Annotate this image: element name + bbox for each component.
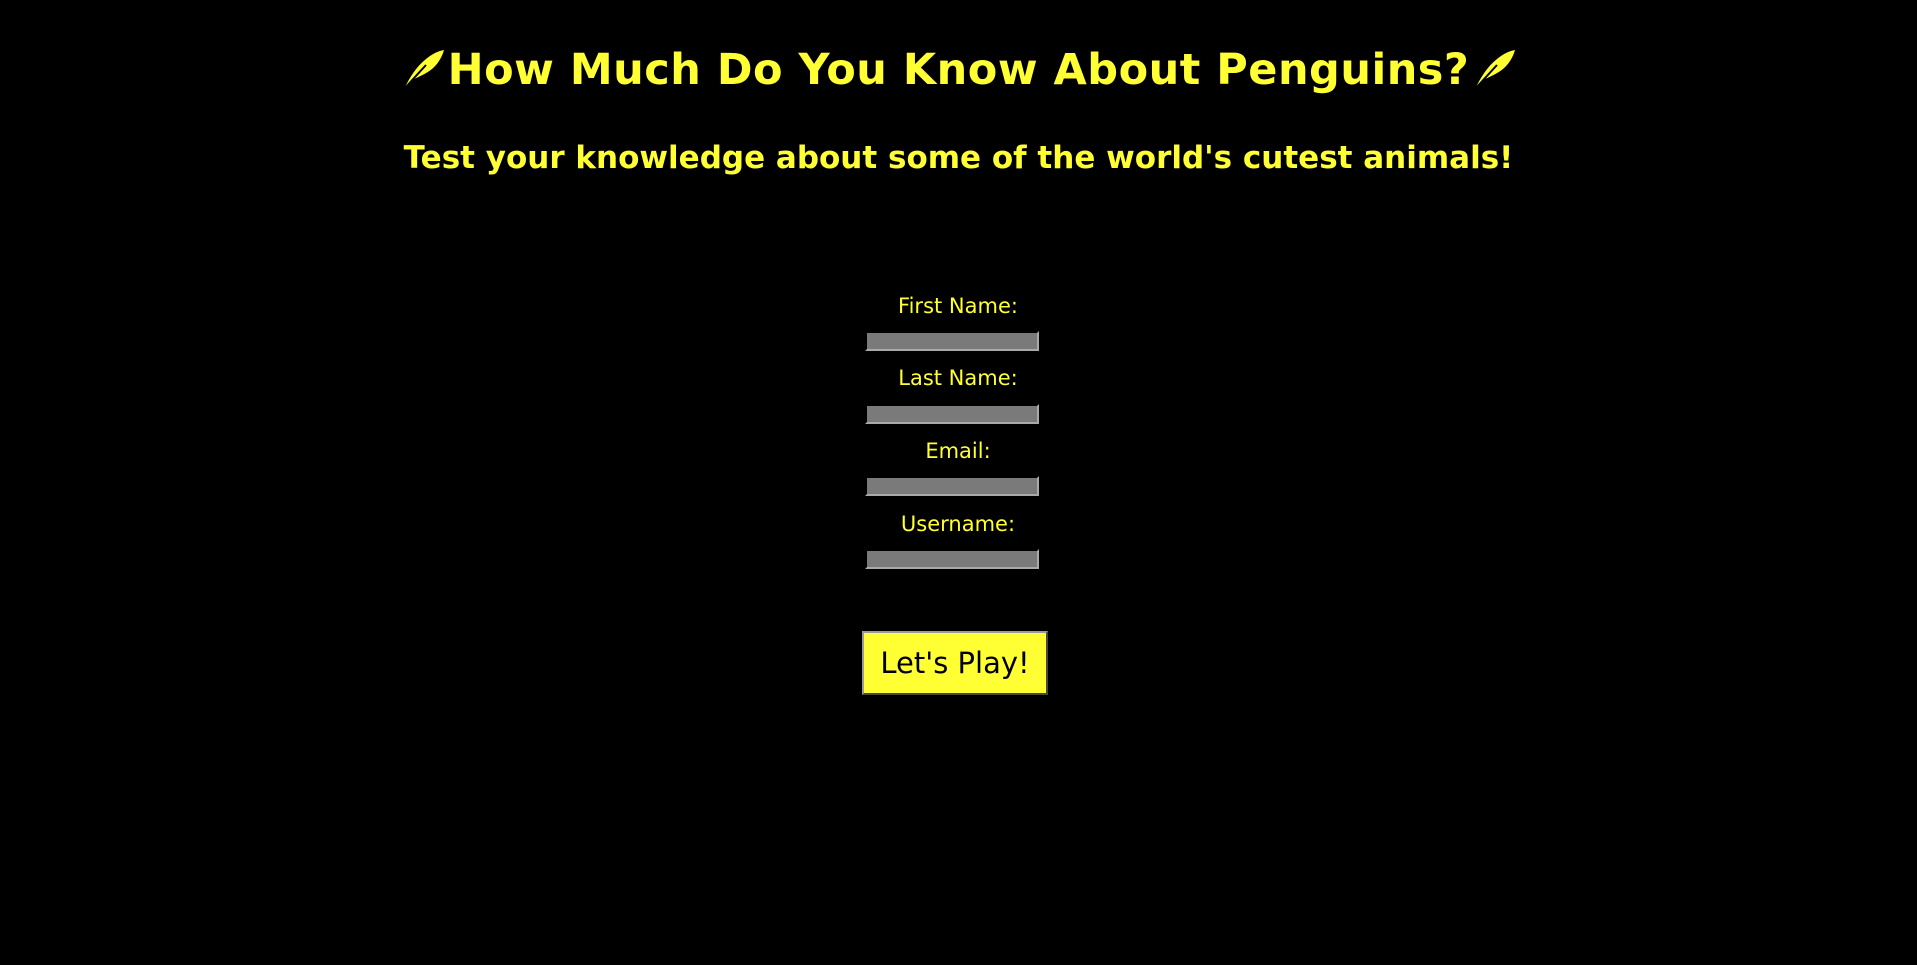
username-field[interactable] [865, 549, 1039, 569]
email-label: Email: [925, 439, 991, 463]
first-name-label: First Name: [898, 294, 1018, 318]
lets-play-button[interactable]: Let's Play! [862, 631, 1048, 695]
feather-icon [400, 47, 446, 93]
page-subtitle: Test your knowledge about some of the wo… [403, 140, 1514, 176]
username-label: Username: [900, 512, 1016, 536]
page: How Much Do You Know About Penguins? Tes… [0, 0, 1917, 965]
last-name-label: Last Name: [898, 366, 1018, 390]
first-name-field[interactable] [865, 331, 1039, 351]
email-field[interactable] [865, 476, 1039, 496]
feather-icon [1471, 47, 1517, 93]
page-title: How Much Do You Know About Penguins? [0, 40, 1917, 100]
title-text: How Much Do You Know About Penguins? [447, 45, 1470, 95]
last-name-field[interactable] [865, 404, 1039, 424]
